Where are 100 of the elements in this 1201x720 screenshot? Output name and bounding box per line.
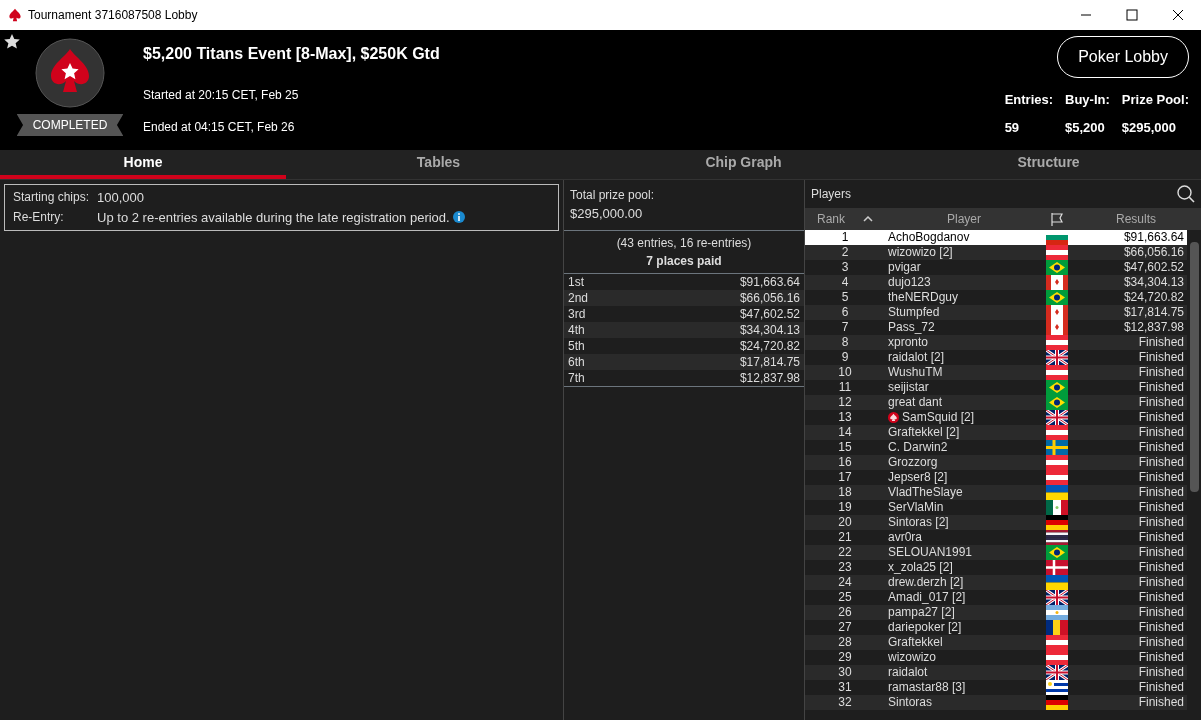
country-flag-icon xyxy=(1046,335,1068,350)
player-row[interactable]: 21 avr0ra Finished xyxy=(805,530,1187,545)
result-cell-text: Finished xyxy=(1137,530,1185,545)
country-flag-icon xyxy=(1046,275,1068,290)
player-row[interactable]: 10 WushuTM Finished xyxy=(805,365,1187,380)
country-flag-icon xyxy=(1046,365,1068,380)
player-row[interactable]: 26 pampa27 [2] Finished xyxy=(805,605,1187,620)
flag-column-icon[interactable] xyxy=(1050,212,1064,226)
rank-cell-text: 1 xyxy=(840,230,850,245)
rank-column-header[interactable]: Rank xyxy=(805,208,885,230)
player-name: Sintoras xyxy=(888,695,933,710)
player-row[interactable]: 24 drew.derzh [2] Finished xyxy=(805,575,1187,590)
payout-amount: $66,056.16 xyxy=(739,289,800,306)
rank-cell-text: 11 xyxy=(837,380,853,395)
player-row[interactable]: 12 great dant Finished xyxy=(805,395,1187,410)
info-icon[interactable] xyxy=(452,211,465,224)
prize-pool-total: $295,000.00 xyxy=(570,205,644,223)
player-row[interactable]: 20 Sintoras [2] Finished xyxy=(805,515,1187,530)
player-row[interactable]: 30 raidalot Finished xyxy=(805,665,1187,680)
results-column-header[interactable]: Results xyxy=(1071,208,1201,230)
player-row[interactable]: 2 wizowizo [2] $66,056.16 xyxy=(805,245,1187,260)
player-row[interactable]: 32 Sintoras Finished xyxy=(805,695,1187,710)
player-row[interactable]: 22 SELOUAN1991 Finished xyxy=(805,545,1187,560)
player-row[interactable]: 16 Grozzorg Finished xyxy=(805,455,1187,470)
scrollbar[interactable] xyxy=(1190,242,1199,492)
payout-place: 7th xyxy=(568,369,585,386)
payout-place: 4th xyxy=(568,321,585,338)
player-name: seijistar xyxy=(888,380,929,395)
player-name: dujo123 xyxy=(888,275,931,290)
payout-place: 1st xyxy=(568,273,584,290)
player-row[interactable]: 17 Jepser8 [2] Finished xyxy=(805,470,1187,485)
player-column-header[interactable]: Player xyxy=(885,208,1043,230)
result-cell-text: Finished xyxy=(1137,395,1185,410)
result-cell-text: $34,304.13 xyxy=(1122,275,1185,290)
player-name: Sintoras [2] xyxy=(888,515,949,530)
player-name: C. Darwin2 xyxy=(888,440,948,455)
player-row[interactable]: 6 Stumpfed $17,814.75 xyxy=(805,305,1187,320)
player-row[interactable]: 19 SerVlaMin Finished xyxy=(805,500,1187,515)
result-cell-text: Finished xyxy=(1137,410,1185,425)
rank-cell-text: 29 xyxy=(837,650,853,665)
country-flag-icon xyxy=(1046,695,1068,710)
maximize-icon[interactable] xyxy=(1126,9,1138,21)
country-flag-icon xyxy=(1046,455,1068,470)
player-row[interactable]: 28 Graftekkel Finished xyxy=(805,635,1187,650)
player-name: avr0ra xyxy=(888,530,922,545)
payout-amount: $91,663.64 xyxy=(739,273,800,290)
event-title: $5,200 Titans Event [8-Max], $250K Gtd xyxy=(143,44,440,64)
rank-cell-text: 4 xyxy=(840,275,850,290)
tab[interactable]: Structure xyxy=(896,150,1201,179)
sort-ascending-icon xyxy=(863,216,873,222)
tab[interactable]: Tables xyxy=(286,150,591,179)
player-name: pvigar xyxy=(888,260,921,275)
player-name: pampa27 [2] xyxy=(888,605,955,620)
stat-label: Prize Pool: xyxy=(1121,91,1189,109)
country-flag-icon xyxy=(1046,635,1068,650)
player-row[interactable]: 7 Pass_72 $12,837.98 xyxy=(805,320,1187,335)
rank-cell-text: 23 xyxy=(837,560,853,575)
player-row[interactable]: 1 AchoBogdanov $91,663.64 xyxy=(805,230,1187,245)
country-flag-icon xyxy=(1046,500,1068,515)
country-flag-icon xyxy=(1046,425,1068,440)
player-row[interactable]: 27 dariepoker [2] Finished xyxy=(805,620,1187,635)
rank-cell-text: 21 xyxy=(837,530,853,545)
player-row[interactable]: 29 wizowizo Finished xyxy=(805,650,1187,665)
player-row[interactable]: 14 Graftekkel [2] Finished xyxy=(805,425,1187,440)
info-label: Starting chips: xyxy=(13,189,90,206)
result-cell-text: Finished xyxy=(1137,680,1185,695)
player-name: WushuTM xyxy=(888,365,943,380)
tab[interactable]: Home xyxy=(0,150,286,179)
rank-cell-text: 19 xyxy=(837,500,853,515)
close-icon[interactable] xyxy=(1172,9,1184,21)
result-cell-text: Finished xyxy=(1137,335,1185,350)
tab[interactable]: Chip Graph xyxy=(591,150,896,179)
player-name: Grozzorg xyxy=(888,455,938,470)
result-cell-text: Finished xyxy=(1137,425,1185,440)
app-logo-icon xyxy=(8,8,22,22)
player-row[interactable]: 31 ramastar88 [3] Finished xyxy=(805,680,1187,695)
player-row[interactable]: 8 xpronto Finished xyxy=(805,335,1187,350)
rank-cell-text: 18 xyxy=(837,485,853,500)
country-flag-icon xyxy=(1046,665,1068,680)
country-flag-icon xyxy=(1046,245,1068,260)
rank-cell-text: 8 xyxy=(840,335,850,350)
search-icon[interactable] xyxy=(1177,185,1195,203)
favorite-star-icon[interactable] xyxy=(4,34,20,49)
info-label: Re-Entry: xyxy=(13,208,65,226)
player-row[interactable]: 11 seijistar Finished xyxy=(805,380,1187,395)
player-row[interactable]: 18 VladTheSlaye Finished xyxy=(805,485,1187,500)
result-cell-text: $47,602.52 xyxy=(1122,260,1185,275)
rank-cell-text: 31 xyxy=(837,680,853,695)
player-row[interactable]: 4 dujo123 $34,304.13 xyxy=(805,275,1187,290)
country-flag-icon xyxy=(1046,395,1068,410)
player-name: Stumpfed xyxy=(888,305,940,320)
rank-cell-text: 27 xyxy=(837,620,853,635)
player-row[interactable]: 3 pvigar $47,602.52 xyxy=(805,260,1187,275)
player-name: SELOUAN1991 xyxy=(888,545,973,560)
payout-amount: $34,304.13 xyxy=(739,321,800,338)
result-cell-text: Finished xyxy=(1137,455,1185,470)
country-flag-icon xyxy=(1046,590,1068,605)
player-row[interactable]: 5 theNERDguy $24,720.82 xyxy=(805,290,1187,305)
payout-place: 3rd xyxy=(568,305,586,322)
poker-lobby-button[interactable]: Poker Lobby xyxy=(1057,36,1189,78)
